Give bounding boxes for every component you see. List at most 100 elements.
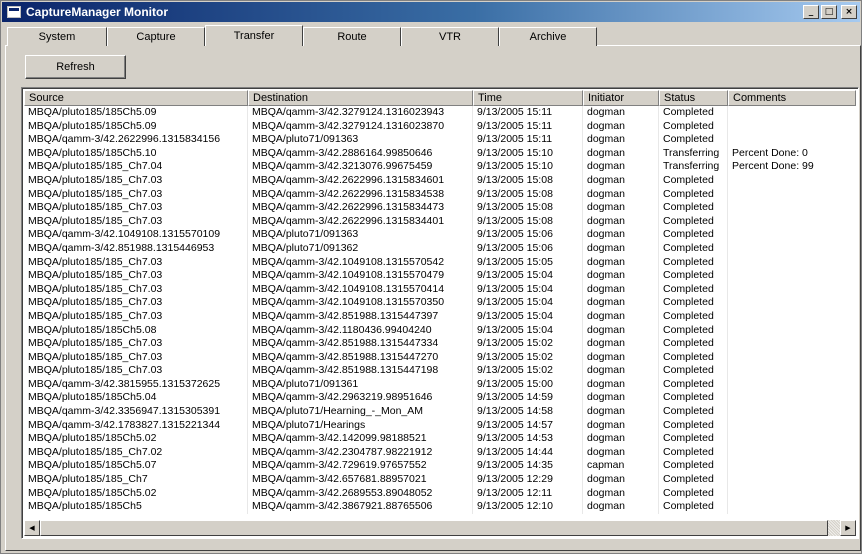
- cell-source: MBQA/pluto185/185_Ch7.03: [24, 201, 248, 215]
- table-row[interactable]: MBQA/pluto185/185Ch5.07 MBQA/qamm-3/42.72…: [24, 459, 856, 474]
- table-row[interactable]: MBQA/pluto185/185_Ch7.03 MBQA/qamm-3/42.1…: [24, 255, 856, 270]
- table-row[interactable]: MBQA/pluto185/185_Ch7.03 MBQA/qamm-3/42.2…: [24, 214, 856, 229]
- table-row[interactable]: MBQA/qamm-3/42.3815955.1315372625 MBQA/pl…: [24, 377, 856, 392]
- cell-status: Completed: [659, 486, 728, 501]
- cell-comments: [728, 500, 856, 514]
- refresh-button[interactable]: Refresh: [25, 55, 126, 79]
- column-header-initiator[interactable]: Initiator: [583, 90, 659, 106]
- maximize-button[interactable]: □: [821, 5, 837, 19]
- cell-comments: [728, 378, 856, 392]
- table-row[interactable]: MBQA/pluto185/185Ch5.02 MBQA/qamm-3/42.26…: [24, 486, 856, 501]
- cell-comments: [728, 310, 856, 324]
- cell-initiator: dogman: [583, 486, 659, 501]
- cell-time: 9/13/2005 15:02: [473, 350, 583, 365]
- table-row[interactable]: MBQA/pluto185/185_Ch7.03 MBQA/qamm-3/42.8…: [24, 337, 856, 351]
- cell-destination: MBQA/qamm-3/42.2689553.89048052: [248, 486, 473, 501]
- cell-time: 9/13/2005 12:29: [473, 473, 583, 487]
- cell-initiator: capman: [583, 459, 659, 474]
- cell-status: Completed: [659, 228, 728, 242]
- cell-source: MBQA/pluto185/185Ch5.02: [24, 486, 248, 501]
- title-bar[interactable]: CaptureManager Monitor _ □ ×: [2, 2, 860, 22]
- cell-comments: [728, 201, 856, 215]
- cell-destination: MBQA/qamm-3/42.1049108.1315570542: [248, 255, 473, 270]
- tab-capture[interactable]: Capture: [107, 27, 205, 46]
- table-row[interactable]: MBQA/pluto185/185Ch5.04 MBQA/qamm-3/42.29…: [24, 391, 856, 406]
- table-row[interactable]: MBQA/pluto185/185_Ch7.03 MBQA/qamm-3/42.8…: [24, 309, 856, 324]
- table-row[interactable]: MBQA/qamm-3/42.1049108.1315570109 MBQA/pl…: [24, 228, 856, 242]
- table-row[interactable]: MBQA/pluto185/185_Ch7.03 MBQA/qamm-3/42.1…: [24, 282, 856, 297]
- table-row[interactable]: MBQA/pluto185/185Ch5.09 MBQA/qamm-3/42.32…: [24, 106, 856, 120]
- tab-archive[interactable]: Archive: [499, 27, 597, 46]
- column-header-destination[interactable]: Destination: [248, 90, 473, 106]
- cell-source: MBQA/pluto185/185_Ch7.03: [24, 269, 248, 283]
- cell-time: 9/13/2005 15:04: [473, 323, 583, 338]
- scrollbar-track[interactable]: [40, 520, 840, 536]
- cell-comments: [728, 473, 856, 487]
- arrow-right-icon[interactable]: ▶: [840, 520, 856, 536]
- cell-status: Completed: [659, 391, 728, 406]
- cell-destination: MBQA/qamm-3/42.1049108.1315570479: [248, 269, 473, 283]
- column-header-time[interactable]: Time: [473, 90, 583, 106]
- cell-initiator: dogman: [583, 241, 659, 256]
- cell-time: 9/13/2005 15:11: [473, 106, 583, 120]
- horizontal-scrollbar[interactable]: ◀ ▶: [24, 520, 856, 536]
- cell-time: 9/13/2005 15:06: [473, 228, 583, 242]
- table-row[interactable]: MBQA/pluto185/185_Ch7.03 MBQA/qamm-3/42.1…: [24, 269, 856, 283]
- table-row[interactable]: MBQA/pluto185/185_Ch7.03 MBQA/qamm-3/42.8…: [24, 350, 856, 365]
- tab-strip: System Capture Transfer Route VTR Archiv…: [7, 25, 597, 46]
- cell-comments: [728, 256, 856, 270]
- table-row[interactable]: MBQA/pluto185/185_Ch7.04 MBQA/qamm-3/42.3…: [24, 160, 856, 174]
- cell-initiator: dogman: [583, 296, 659, 310]
- cell-source: MBQA/pluto185/185_Ch7.03: [24, 364, 248, 378]
- cell-destination: MBQA/qamm-3/42.2622996.1315834401: [248, 214, 473, 229]
- column-header-status[interactable]: Status: [659, 90, 728, 106]
- cell-source: MBQA/pluto185/185Ch5: [24, 500, 248, 514]
- scrollbar-thumb[interactable]: [40, 520, 828, 536]
- column-header-source[interactable]: Source: [24, 90, 248, 106]
- cell-time: 9/13/2005 15:11: [473, 133, 583, 147]
- cell-status: Completed: [659, 418, 728, 433]
- cell-source: MBQA/pluto185/185_Ch7.03: [24, 255, 248, 270]
- table-row[interactable]: MBQA/pluto185/185_Ch7.03 MBQA/qamm-3/42.2…: [24, 173, 856, 188]
- cell-initiator: dogman: [583, 445, 659, 460]
- cell-initiator: dogman: [583, 337, 659, 351]
- transfer-list[interactable]: Source Destination Time Initiator Status…: [21, 87, 859, 539]
- cell-time: 9/13/2005 14:58: [473, 405, 583, 419]
- cell-status: Completed: [659, 500, 728, 514]
- table-row[interactable]: MBQA/pluto185/185_Ch7.03 MBQA/qamm-3/42.8…: [24, 364, 856, 378]
- tab-vtr[interactable]: VTR: [401, 27, 499, 46]
- close-button[interactable]: ×: [841, 5, 857, 19]
- cell-destination: MBQA/qamm-3/42.2304787.98221912: [248, 445, 473, 460]
- table-row[interactable]: MBQA/pluto185/185Ch5.10 MBQA/qamm-3/42.28…: [24, 146, 856, 161]
- cell-comments: [728, 106, 856, 120]
- cell-comments: Percent Done: 99: [732, 160, 814, 173]
- table-row[interactable]: MBQA/pluto185/185Ch5.08 MBQA/qamm-3/42.11…: [24, 323, 856, 338]
- cell-status: Completed: [659, 133, 728, 147]
- table-row[interactable]: MBQA/pluto185/185_Ch7.03 MBQA/qamm-3/42.2…: [24, 187, 856, 202]
- cell-source: MBQA/pluto185/185_Ch7.03: [24, 282, 248, 297]
- table-row[interactable]: MBQA/qamm-3/42.1783827.1315221344 MBQA/pl…: [24, 418, 856, 433]
- cell-initiator: dogman: [583, 187, 659, 202]
- cell-status: Completed: [659, 255, 728, 270]
- column-header-comments[interactable]: Comments: [728, 90, 856, 106]
- tab-transfer[interactable]: Transfer: [205, 25, 303, 46]
- table-row[interactable]: MBQA/qamm-3/42.851988.1315446953 MBQA/plu…: [24, 241, 856, 256]
- table-row[interactable]: MBQA/pluto185/185_Ch7.03 MBQA/qamm-3/42.1…: [24, 296, 856, 310]
- cell-comments: [728, 174, 856, 188]
- table-row[interactable]: MBQA/pluto185/185Ch5.09 MBQA/qamm-3/42.32…: [24, 119, 856, 134]
- arrow-left-icon[interactable]: ◀: [24, 520, 40, 536]
- table-row[interactable]: MBQA/pluto185/185_Ch7.03 MBQA/qamm-3/42.2…: [24, 201, 856, 215]
- cell-source: MBQA/pluto185/185Ch5.09: [24, 119, 248, 134]
- table-row[interactable]: MBQA/qamm-3/42.3356947.1315305391 MBQA/pl…: [24, 405, 856, 419]
- table-row[interactable]: MBQA/pluto185/185_Ch7.02 MBQA/qamm-3/42.2…: [24, 445, 856, 460]
- table-row[interactable]: MBQA/pluto185/185Ch5.02 MBQA/qamm-3/42.14…: [24, 432, 856, 446]
- minimize-button[interactable]: _: [803, 5, 819, 19]
- cell-time: 9/13/2005 15:02: [473, 364, 583, 378]
- table-row[interactable]: MBQA/qamm-3/42.2622996.1315834156 MBQA/pl…: [24, 133, 856, 147]
- tab-system[interactable]: System: [7, 27, 107, 46]
- cell-initiator: dogman: [583, 350, 659, 365]
- table-row[interactable]: MBQA/pluto185/185Ch5 MBQA/qamm-3/42.38679…: [24, 500, 856, 514]
- cell-time: 9/13/2005 15:11: [473, 119, 583, 134]
- tab-route[interactable]: Route: [303, 27, 401, 46]
- table-row[interactable]: MBQA/pluto185/185_Ch7 MBQA/qamm-3/42.6576…: [24, 473, 856, 487]
